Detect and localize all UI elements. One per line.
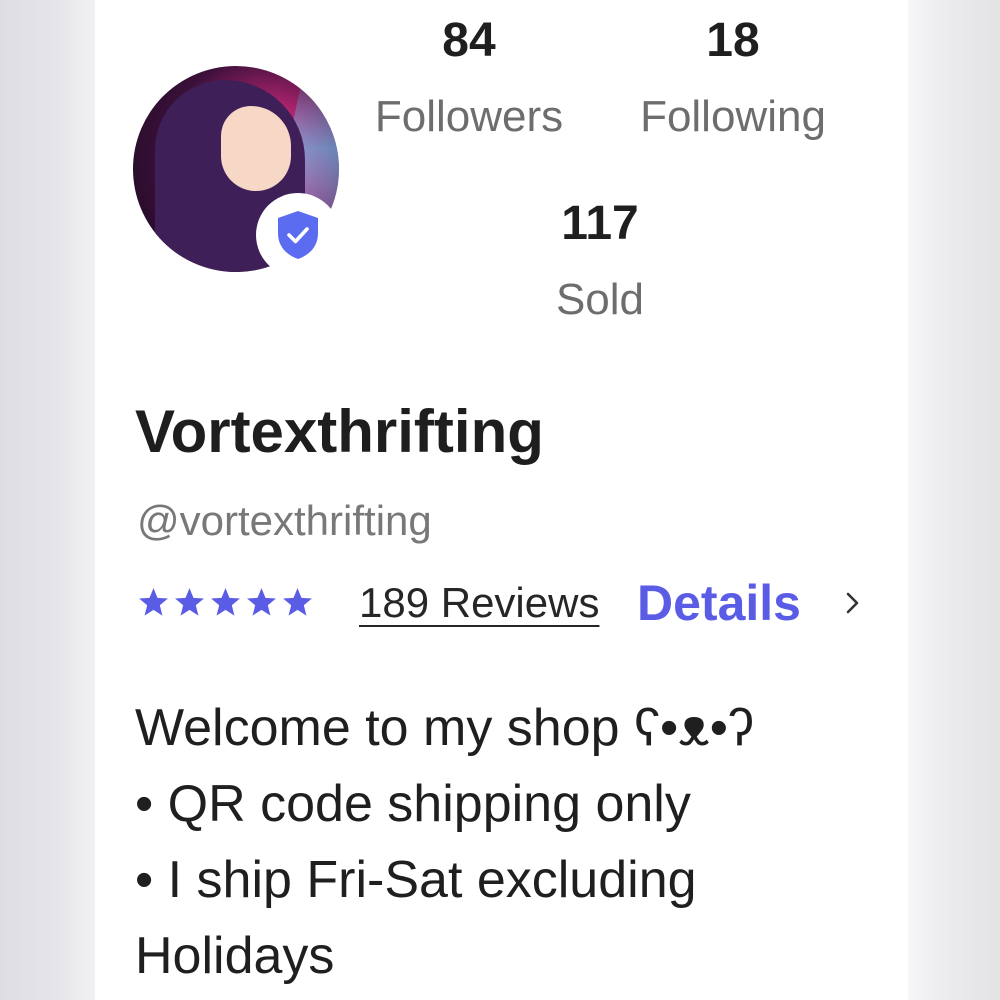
bio-line: • I ship Fri-Sat excluding xyxy=(135,851,697,909)
details-link[interactable]: Details xyxy=(637,576,801,631)
following-label: Following xyxy=(640,92,826,141)
sold-label: Sold xyxy=(555,275,645,324)
rating-stars xyxy=(137,586,314,619)
bio-line: Welcome to my shop ʕ•ᴥ•ʔ xyxy=(135,699,754,757)
background-edge-right xyxy=(908,0,1000,1000)
avatar-face xyxy=(221,106,291,191)
bio-line: Holidays xyxy=(135,927,335,985)
sold-stat: 117 Sold xyxy=(520,200,680,322)
star-icon xyxy=(211,588,240,616)
shop-bio: Welcome to my shop ʕ•ᴥ•ʔ • QR code shipp… xyxy=(135,690,875,994)
followers-count: 84 xyxy=(442,14,496,67)
star-icon xyxy=(247,588,276,616)
verified-badge xyxy=(256,193,340,277)
bio-line: • QR code shipping only xyxy=(135,775,691,833)
star-icon xyxy=(139,588,168,616)
chevron-right-icon[interactable] xyxy=(841,588,865,618)
followers-label: Followers xyxy=(374,92,564,141)
verified-shield-icon xyxy=(278,211,318,259)
rating-row: 189 Reviews Details xyxy=(137,576,877,631)
background-edge-left xyxy=(0,0,95,1000)
sold-count: 117 xyxy=(561,197,639,250)
following-stat[interactable]: 18 Following xyxy=(628,17,838,139)
followers-stat[interactable]: 84 Followers xyxy=(368,17,570,139)
shop-handle: @vortexthrifting xyxy=(137,497,432,544)
following-count: 18 xyxy=(706,14,760,67)
reviews-link[interactable]: 189 Reviews xyxy=(359,579,599,626)
shop-name: Vortexthrifting xyxy=(135,398,544,465)
star-icon xyxy=(283,588,312,616)
star-icon xyxy=(175,588,204,616)
